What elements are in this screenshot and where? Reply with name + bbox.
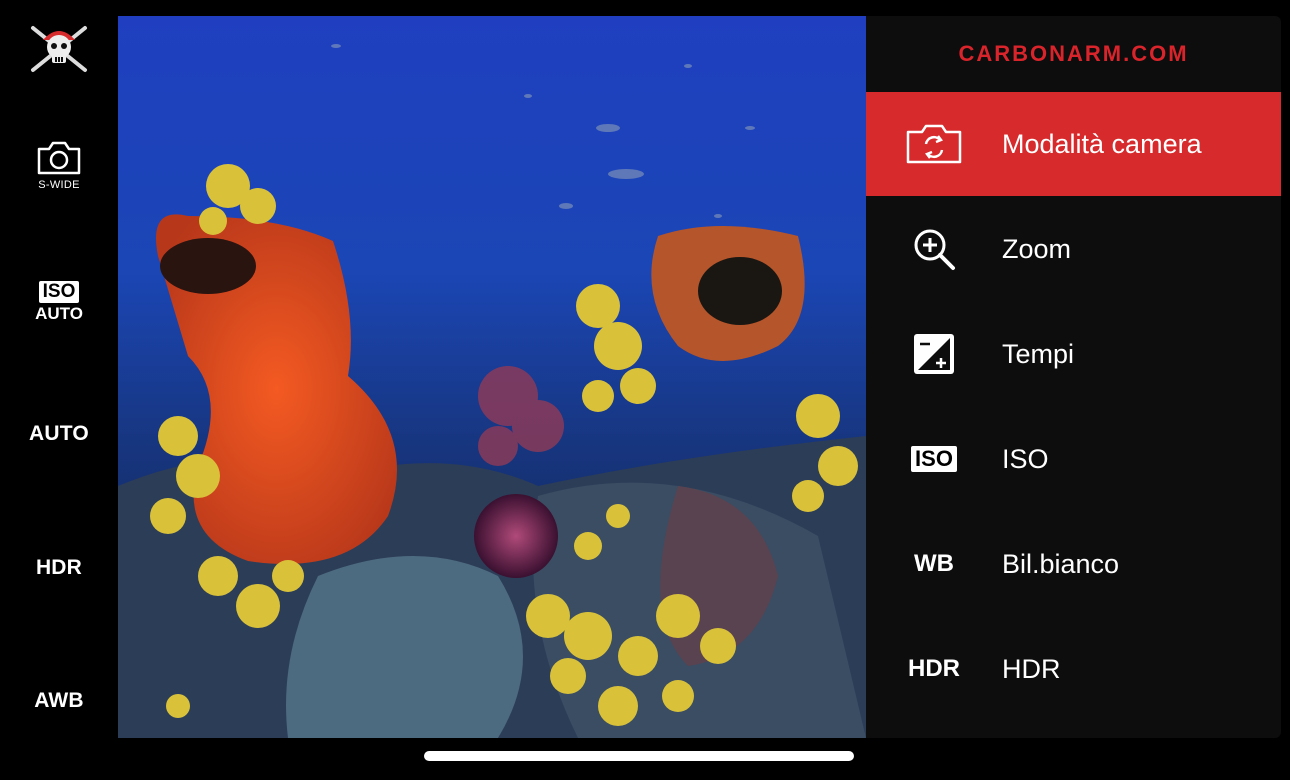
iso-value: AUTO — [35, 303, 83, 323]
left-toolbar: S-WIDE ISO AUTO AUTO HDR AWB — [0, 0, 118, 780]
settings-menu: CARBONARM.COM Modalità camera Zoom Tempi… — [866, 16, 1281, 738]
menu-item-label: Tempi — [1002, 338, 1075, 369]
brand-title: CARBONARM.COM — [958, 41, 1189, 66]
menu-item-camera-mode[interactable]: Modalità camera — [866, 92, 1281, 196]
camera-mode-button[interactable]: S-WIDE — [0, 132, 118, 198]
hdr-button[interactable]: HDR — [0, 548, 118, 588]
pirate-logo-icon[interactable] — [0, 20, 118, 76]
iso-button[interactable]: ISO AUTO — [0, 276, 118, 328]
menu-item-label: Zoom — [1002, 233, 1072, 264]
menu-item-hdr[interactable]: HDR HDR — [866, 617, 1281, 721]
menu-item-label: HDR — [1002, 653, 1061, 684]
menu-item-white-balance[interactable]: WB Bil.bianco — [866, 512, 1281, 616]
exposure-button[interactable]: AUTO — [0, 414, 118, 454]
iso-icon: ISO — [911, 446, 957, 472]
camera-viewfinder[interactable] — [118, 16, 866, 738]
iso-badge: ISO — [38, 280, 80, 303]
exposure-value: AUTO — [29, 422, 89, 445]
menu-item-label: Modalità camera — [1002, 128, 1202, 159]
camera-lens-label: S-WIDE — [38, 179, 80, 191]
camera-switch-icon — [906, 124, 962, 164]
wb-icon: WB — [914, 550, 954, 577]
menu-item-label: Bil.bianco — [1002, 548, 1120, 579]
menu-item-exposure[interactable]: Tempi — [866, 302, 1281, 406]
wb-value: AWB — [34, 689, 84, 712]
hdr-icon: HDR — [908, 655, 960, 682]
menu-item-iso[interactable]: ISO ISO — [866, 407, 1281, 511]
zoom-in-icon — [914, 229, 955, 270]
camera-icon — [37, 141, 81, 175]
underwater-scene-image — [118, 16, 866, 738]
hdr-label: HDR — [35, 556, 83, 579]
menu-item-zoom[interactable]: Zoom — [866, 197, 1281, 301]
exposure-icon — [914, 334, 954, 374]
home-indicator[interactable] — [424, 751, 854, 761]
white-balance-button[interactable]: AWB — [0, 681, 118, 721]
menu-item-label: ISO — [1002, 443, 1049, 474]
